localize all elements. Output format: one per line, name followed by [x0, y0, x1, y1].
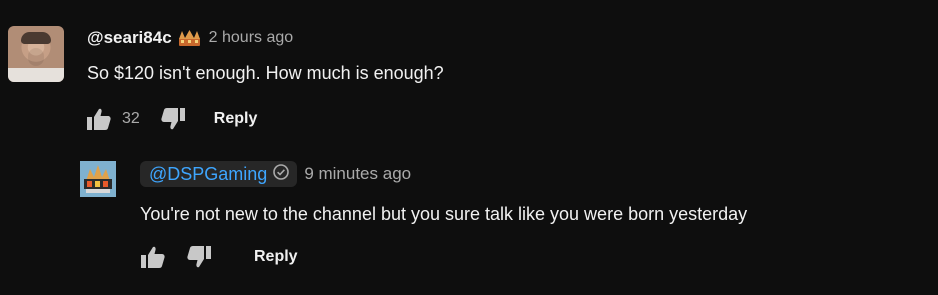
dislike-icon[interactable]: [186, 244, 212, 270]
creator-badge[interactable]: @DSPGaming: [140, 161, 298, 187]
comment-header: @seari84c 2 hours ago: [87, 28, 293, 48]
like-count: 32: [122, 110, 140, 127]
author-name: @DSPGaming: [149, 163, 268, 184]
crown-icon: [178, 29, 201, 47]
comment-actions: 32 Reply: [86, 106, 257, 132]
comment-text: So $120 isn't enough. How much is enough…: [87, 63, 444, 83]
avatar-hair: [21, 32, 51, 44]
reply-button[interactable]: Reply: [214, 110, 258, 128]
comment-timestamp[interactable]: 9 minutes ago: [304, 164, 411, 184]
reply-comment: @DSPGaming 9 minutes ago You're not new …: [0, 150, 938, 295]
avatar-shirt: [8, 68, 64, 82]
verified-check-icon: [273, 163, 290, 185]
reply-button[interactable]: Reply: [254, 248, 298, 266]
avatar[interactable]: [8, 26, 64, 82]
like-icon[interactable]: [86, 106, 112, 132]
comment: @seari84c 2 hours ago So $120 isn't enou…: [0, 0, 938, 150]
comment-timestamp[interactable]: 2 hours ago: [209, 29, 294, 47]
comment-actions: Reply: [140, 244, 298, 270]
dislike-icon[interactable]: [160, 106, 186, 132]
author-name[interactable]: @seari84c: [87, 28, 172, 48]
channel-avatar[interactable]: [80, 161, 116, 197]
avatar-face: [28, 48, 44, 66]
reply-header: @DSPGaming 9 minutes ago: [140, 161, 411, 187]
like-icon[interactable]: [140, 244, 166, 270]
comment-text: You're not new to the channel but you su…: [140, 204, 748, 224]
